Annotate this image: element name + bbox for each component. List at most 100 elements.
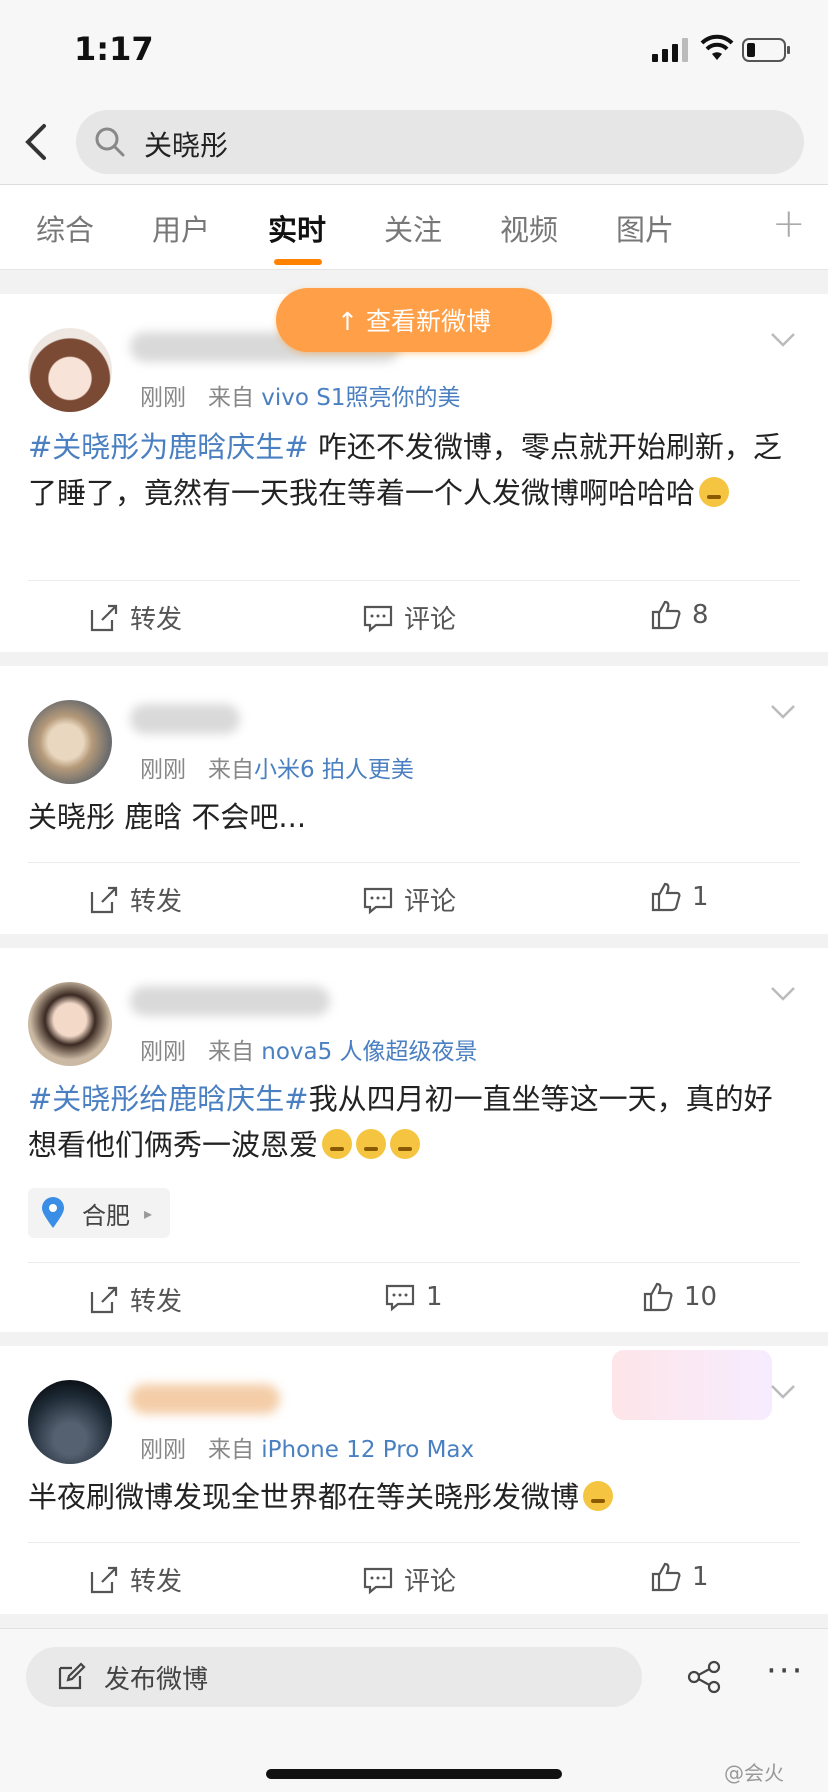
repost-button[interactable]: 转发 bbox=[88, 1561, 182, 1598]
avatar[interactable] bbox=[28, 982, 112, 1066]
crying-emoji-icon bbox=[356, 1129, 387, 1159]
comment-label: 评论 bbox=[404, 887, 457, 917]
avatar[interactable] bbox=[28, 700, 112, 784]
location-name: 合肥 bbox=[82, 1201, 130, 1230]
like-button[interactable]: 8 bbox=[650, 599, 709, 631]
post-meta: 刚刚 来自小米6 拍人更美 bbox=[140, 750, 414, 784]
emoji-icon bbox=[699, 477, 730, 507]
laughing-emoji-icon bbox=[583, 1481, 614, 1511]
post-source[interactable]: iPhone 12 Pro Max bbox=[261, 1437, 474, 1463]
home-indicator bbox=[266, 1769, 562, 1779]
post-from: 来自 bbox=[207, 385, 254, 411]
username-blurred[interactable] bbox=[130, 986, 330, 1016]
search-header: 关晓彤 bbox=[0, 100, 828, 184]
repost-button[interactable]: 转发 bbox=[88, 1281, 182, 1318]
chevron-down-icon[interactable] bbox=[770, 1384, 796, 1400]
repost-label: 转发 bbox=[130, 605, 183, 635]
post-meta: 刚刚 来自 vivo S1照亮你的美 bbox=[140, 378, 460, 412]
comment-button[interactable]: 1 bbox=[384, 1281, 443, 1313]
tab-overall[interactable]: 综合 bbox=[36, 207, 94, 249]
avatar[interactable] bbox=[28, 328, 112, 412]
back-arrow-icon[interactable] bbox=[22, 120, 52, 164]
comment-icon bbox=[363, 887, 393, 914]
post-text: 关晓彤 鹿晗 不会吧... bbox=[28, 794, 800, 840]
post-text: #关晓彤给鹿晗庆生#我从四月初一直坐等这一天，真的好想看他们俩秀一波恩爱 bbox=[28, 1076, 800, 1168]
chevron-down-icon[interactable] bbox=[770, 704, 796, 720]
wifi-icon bbox=[700, 34, 734, 60]
avatar[interactable] bbox=[28, 1380, 112, 1464]
thumbs-up-icon bbox=[651, 600, 681, 630]
post-card[interactable]: 刚刚 来自 iPhone 12 Pro Max 半夜刷微博发现全世界都在等关晓彤… bbox=[0, 1346, 828, 1614]
post-actions: 转发 1 10 bbox=[28, 1262, 800, 1334]
like-button[interactable]: 1 bbox=[650, 1561, 709, 1593]
post-time: 刚刚 bbox=[140, 1437, 186, 1463]
comment-icon bbox=[363, 605, 393, 632]
tab-following[interactable]: 关注 bbox=[384, 207, 442, 249]
post-actions: 转发 评论 1 bbox=[28, 862, 800, 934]
compose-label: 发布微博 bbox=[104, 1664, 209, 1695]
username-blurred[interactable] bbox=[130, 1384, 280, 1414]
post-text: 半夜刷微博发现全世界都在等关晓彤发微博 bbox=[28, 1474, 800, 1520]
comment-label: 评论 bbox=[404, 605, 457, 635]
active-tab-indicator bbox=[274, 259, 322, 265]
post-text: #关晓彤为鹿晗庆生# 咋还不发微博，零点就开始刷新，乏了睡了，竟然有一天我在等着… bbox=[28, 424, 800, 516]
chevron-down-icon[interactable] bbox=[770, 332, 796, 348]
tab-pictures[interactable]: 图片 bbox=[616, 207, 674, 249]
like-count: 1 bbox=[692, 1562, 709, 1592]
post-topic[interactable]: #关晓彤为鹿晗庆生# bbox=[28, 430, 309, 464]
post-from: 来自 bbox=[207, 1039, 254, 1065]
chevron-right-icon: ▸ bbox=[144, 1203, 153, 1223]
like-count: 1 bbox=[692, 882, 709, 912]
post-meta: 刚刚 来自 nova5 人像超级夜景 bbox=[140, 1032, 478, 1066]
post-actions: 转发 评论 1 bbox=[28, 1542, 800, 1614]
username-blurred[interactable] bbox=[130, 704, 240, 734]
status-bar: 1:17 bbox=[0, 0, 828, 100]
watermark: @会火 bbox=[724, 1761, 784, 1785]
post-time: 刚刚 bbox=[140, 1039, 186, 1065]
crying-emoji-icon bbox=[322, 1129, 353, 1159]
cellular-signal-icon bbox=[652, 38, 688, 62]
comment-count: 1 bbox=[426, 1282, 443, 1312]
repost-icon bbox=[90, 886, 118, 913]
search-query: 关晓彤 bbox=[144, 129, 229, 162]
repost-icon bbox=[90, 1286, 118, 1313]
repost-icon bbox=[90, 1566, 118, 1593]
search-input[interactable]: 关晓彤 bbox=[76, 110, 804, 174]
tab-bar: 综合 用户 实时 关注 视频 图片 + bbox=[0, 184, 828, 270]
post-from: 来自 bbox=[207, 757, 254, 783]
more-options-button[interactable]: ··· bbox=[766, 1651, 804, 1691]
card-decoration-image bbox=[612, 1350, 772, 1420]
new-posts-toast[interactable]: ↑ 查看新微博 bbox=[276, 288, 552, 352]
comment-icon bbox=[363, 1567, 393, 1594]
post-source[interactable]: nova5 人像超级夜景 bbox=[261, 1039, 477, 1065]
post-source[interactable]: vivo S1照亮你的美 bbox=[261, 385, 460, 411]
repost-button[interactable]: 转发 bbox=[88, 599, 182, 636]
tab-users[interactable]: 用户 bbox=[152, 207, 210, 249]
compose-post-button[interactable]: 发布微博 bbox=[26, 1647, 642, 1707]
tab-realtime[interactable]: 实时 bbox=[268, 207, 326, 249]
comment-button[interactable]: 评论 bbox=[362, 881, 456, 918]
like-count: 10 bbox=[684, 1282, 718, 1312]
like-button[interactable]: 1 bbox=[650, 881, 709, 913]
comment-label: 评论 bbox=[404, 1567, 457, 1597]
repost-label: 转发 bbox=[130, 887, 183, 917]
repost-icon bbox=[90, 604, 118, 631]
post-card[interactable]: 刚刚 来自小米6 拍人更美 关晓彤 鹿晗 不会吧... 转发 评论 1 bbox=[0, 666, 828, 934]
post-source[interactable]: 小米6 拍人更美 bbox=[254, 757, 414, 783]
post-content: 关晓彤 鹿晗 不会吧... bbox=[28, 800, 307, 834]
comment-button[interactable]: 评论 bbox=[362, 1561, 456, 1598]
post-topic[interactable]: #关晓彤给鹿晗庆生# bbox=[28, 1082, 309, 1116]
post-actions: 转发 评论 8 bbox=[28, 580, 800, 652]
add-tab-icon[interactable]: + bbox=[772, 201, 806, 247]
thumbs-up-icon bbox=[651, 882, 681, 912]
comment-button[interactable]: 评论 bbox=[362, 599, 456, 636]
repost-button[interactable]: 转发 bbox=[88, 881, 182, 918]
chevron-down-icon[interactable] bbox=[770, 986, 796, 1002]
post-from: 来自 bbox=[207, 1437, 254, 1463]
repost-label: 转发 bbox=[130, 1567, 183, 1597]
like-button[interactable]: 10 bbox=[642, 1281, 717, 1313]
location-tag[interactable]: 合肥 ▸ bbox=[28, 1188, 171, 1238]
post-card[interactable]: 刚刚 来自 nova5 人像超级夜景 #关晓彤给鹿晗庆生#我从四月初一直坐等这一… bbox=[0, 948, 828, 1332]
share-icon[interactable] bbox=[686, 1659, 722, 1695]
tab-videos[interactable]: 视频 bbox=[500, 207, 558, 249]
